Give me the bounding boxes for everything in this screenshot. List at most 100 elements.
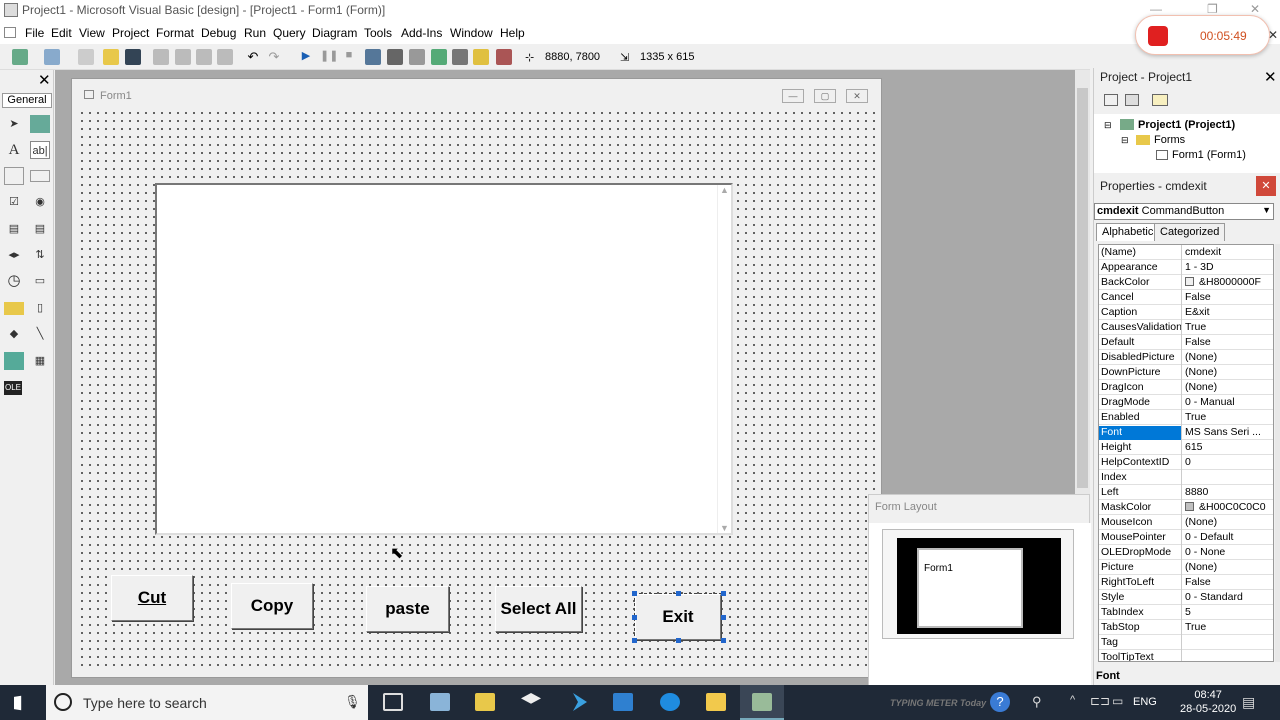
ole-icon[interactable]: OLE (4, 381, 22, 395)
property-row[interactable]: DisabledPicture (None) (1099, 350, 1273, 365)
property-row[interactable]: MouseIcon (None) (1099, 515, 1273, 530)
tree-form1[interactable]: Form1 (Form1) (1172, 149, 1246, 161)
selection-handle[interactable] (676, 638, 681, 643)
property-row[interactable]: DragIcon (None) (1099, 380, 1273, 395)
property-value[interactable]: True (1181, 410, 1273, 425)
property-value[interactable]: (None) (1181, 515, 1273, 530)
properties-close-icon[interactable]: ✕ (1256, 176, 1276, 196)
menu-help[interactable]: Help (500, 26, 525, 40)
property-row[interactable]: Cancel False (1099, 290, 1273, 305)
find-icon[interactable] (217, 49, 233, 65)
file-explorer-icon[interactable] (706, 693, 726, 711)
property-row[interactable]: TabIndex 5 (1099, 605, 1273, 620)
copy-icon[interactable] (175, 49, 191, 65)
toolbox-tab-general[interactable]: General (2, 93, 52, 108)
property-row[interactable]: OLEDropMode 0 - None (1099, 545, 1273, 560)
menu-query[interactable]: Query (273, 26, 306, 40)
form-maximize-icon[interactable]: ▢ (814, 89, 836, 103)
restore-icon[interactable]: ❐ (1207, 2, 1218, 16)
tree-collapse-icon[interactable]: ⊟ (1104, 120, 1112, 131)
property-row[interactable]: CausesValidation True (1099, 320, 1273, 335)
textbox-icon[interactable]: ab| (30, 141, 50, 159)
property-value[interactable]: 0 (1181, 455, 1273, 470)
menu-file[interactable]: File (25, 26, 44, 40)
start-icon[interactable]: ▶ (298, 49, 314, 65)
property-value[interactable]: 1 - 3D (1181, 260, 1273, 275)
paste-icon[interactable] (196, 49, 212, 65)
task-view-icon[interactable] (383, 693, 403, 711)
frame-icon[interactable] (4, 167, 24, 185)
hscrollbar-icon[interactable]: ◂▸ (4, 246, 24, 264)
drivelistbox-icon[interactable]: ▭ (30, 272, 50, 290)
view-object-icon[interactable] (1125, 94, 1139, 106)
redo-icon[interactable]: ↷ (266, 49, 282, 65)
image-icon[interactable] (4, 352, 24, 370)
menu-format[interactable]: Format (156, 26, 194, 40)
tab-alphabetic[interactable]: Alphabetic (1096, 223, 1160, 241)
selection-handle[interactable] (721, 591, 726, 596)
property-row[interactable]: Tag (1099, 635, 1273, 650)
form-position-preview[interactable]: Form1 (917, 548, 1023, 628)
chevron-up-icon[interactable]: ^ (1070, 694, 1075, 706)
pointer-icon[interactable]: ➤ (4, 115, 24, 133)
picturebox-icon[interactable] (30, 115, 50, 133)
data-view-icon[interactable] (473, 49, 489, 65)
property-row[interactable]: Enabled True (1099, 410, 1273, 425)
cut-icon[interactable] (153, 49, 169, 65)
combobox-icon[interactable]: ▤ (4, 220, 24, 238)
property-row[interactable]: Index (1099, 470, 1273, 485)
property-value[interactable]: (None) (1181, 365, 1273, 380)
property-value[interactable]: (None) (1181, 350, 1273, 365)
open-project-icon[interactable] (103, 49, 119, 65)
dirlistbox-icon[interactable] (4, 302, 24, 315)
property-value[interactable]: 8880 (1181, 485, 1273, 500)
property-value[interactable]: E&xit (1181, 305, 1273, 320)
notifications-icon[interactable]: ▤ (1242, 694, 1255, 711)
selection-handle[interactable] (676, 591, 681, 596)
textbox-scrollbar[interactable]: ▲ ▼ (717, 185, 731, 533)
property-value[interactable]: (None) (1181, 560, 1273, 575)
menu-window[interactable]: Window (450, 26, 493, 40)
property-value[interactable]: 5 (1181, 605, 1273, 620)
property-row[interactable]: (Name) cmdexit (1099, 245, 1273, 260)
property-row[interactable]: BackColor &H8000000F (1099, 275, 1273, 290)
tree-collapse-icon[interactable]: ⊟ (1121, 135, 1129, 146)
property-value[interactable] (1181, 650, 1273, 661)
undo-icon[interactable]: ↶ (245, 49, 261, 65)
selection-handle[interactable] (721, 638, 726, 643)
property-value[interactable]: MS Sans Seri ... (1181, 425, 1273, 440)
battery-icon[interactable]: ▭ (1112, 694, 1123, 708)
network-icon[interactable]: ⊏⊐ (1090, 694, 1110, 708)
scroll-thumb[interactable] (1077, 88, 1088, 488)
menu-addins[interactable]: Add-Ins (401, 26, 442, 40)
label-icon[interactable]: A (4, 141, 24, 159)
selection-handle[interactable] (632, 615, 637, 620)
scroll-down-icon[interactable]: ▼ (720, 523, 729, 533)
form-design-grid[interactable]: ▲ ▼ Cut Copy paste Select All Exit ⬉ (78, 109, 875, 671)
property-row[interactable]: MaskColor &H00C0C0C0 (1099, 500, 1273, 515)
property-value[interactable]: &H8000000F (1181, 275, 1273, 290)
workspace-scrollbar[interactable] (1075, 70, 1090, 495)
property-row[interactable]: RightToLeft False (1099, 575, 1273, 590)
property-value[interactable]: 0 - Manual (1181, 395, 1273, 410)
toggle-folders-icon[interactable] (1152, 94, 1168, 106)
property-value[interactable] (1181, 635, 1273, 650)
property-row[interactable]: Caption E&xit (1099, 305, 1273, 320)
language-indicator[interactable]: ENG (1133, 696, 1157, 708)
property-row[interactable]: DownPicture (None) (1099, 365, 1273, 380)
property-row[interactable]: Left 8880 (1099, 485, 1273, 500)
menu-diagram[interactable]: Diagram (312, 26, 357, 40)
close-icon[interactable]: ✕ (1250, 2, 1260, 16)
exit-button[interactable]: Exit (634, 593, 722, 641)
cut-button[interactable]: Cut (111, 575, 193, 621)
data-icon[interactable]: ▦ (30, 352, 50, 370)
property-value[interactable]: True (1181, 620, 1273, 635)
object-selector[interactable]: cmdexit CommandButton ▼ (1094, 203, 1274, 220)
optionbutton-icon[interactable]: ◉ (30, 193, 50, 211)
minimize-icon[interactable]: ✕ (1268, 28, 1278, 42)
select-all-button[interactable]: Select All (495, 586, 582, 632)
visual-component-manager-icon[interactable] (496, 49, 512, 65)
form-close-icon[interactable]: ✕ (846, 89, 868, 103)
edge-icon[interactable] (660, 693, 680, 711)
copy-button[interactable]: Copy (231, 583, 313, 629)
